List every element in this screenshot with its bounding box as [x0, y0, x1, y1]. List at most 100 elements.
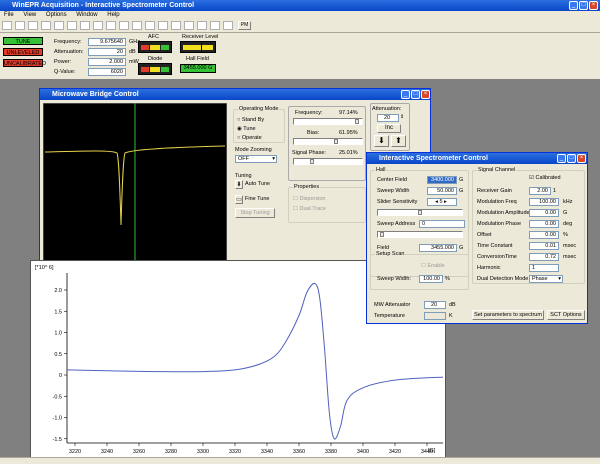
run-icon[interactable] — [119, 21, 129, 30]
dual-detection-select[interactable]: Phase ▾ — [529, 275, 563, 283]
setup-sweep-label: Sweep Width: — [377, 276, 411, 282]
field-unit: G — [459, 245, 464, 251]
auto-tune-button[interactable]: Auto Tune — [245, 181, 270, 187]
new-icon[interactable] — [2, 21, 12, 30]
mod-phase-input[interactable]: 0.00 — [529, 220, 559, 228]
open-icon[interactable] — [15, 21, 25, 30]
menu-view[interactable]: View — [23, 12, 36, 18]
zoom-icon[interactable] — [106, 21, 116, 30]
mod-freq-input[interactable]: 100.00 — [529, 198, 559, 206]
radio-standby[interactable]: ○ Stand By — [237, 117, 264, 123]
attenuation-value: 20 — [88, 48, 126, 56]
minimize-icon[interactable]: _ — [569, 1, 578, 10]
copy-icon[interactable] — [67, 21, 77, 30]
hall-field-value: 3455.000 G — [180, 64, 216, 73]
enable-checkbox[interactable]: ☐ Enable — [421, 263, 445, 269]
sweep-address-input[interactable]: 0 — [419, 220, 465, 228]
mw-close-icon[interactable]: × — [421, 90, 430, 99]
conversion-time-input[interactable]: 0.72 — [529, 253, 559, 261]
close-icon[interactable]: × — [589, 1, 598, 10]
slider-sensitivity-input[interactable]: ◂ 5 ▸ — [427, 198, 457, 206]
calibrated-checkbox[interactable]: ☑ Calibrated — [529, 175, 561, 181]
isc-minimize-icon[interactable]: _ — [557, 154, 566, 163]
down-arrow-icon[interactable]: ⬇ — [235, 180, 243, 189]
attenuation-box: Attenuation: 20 ⇕ Inc ⬇ ⬆ — [370, 103, 410, 151]
sct-options-button[interactable]: SCT Options — [547, 310, 585, 320]
dispersion-checkbox[interactable]: ☐ Dispersion — [293, 196, 325, 202]
menu-file[interactable]: File — [4, 12, 14, 18]
x-tick-label: 3400 — [357, 449, 369, 455]
offset-input[interactable]: 0.00 — [529, 231, 559, 239]
time-constant-input[interactable]: 0.01 — [529, 242, 559, 250]
center-field-input[interactable]: 3400.000 — [427, 176, 457, 184]
bias-slider-label: Bias: — [307, 130, 320, 136]
sweep-address-slider[interactable] — [377, 231, 463, 238]
menu-window[interactable]: Window — [76, 12, 97, 18]
status-bar — [0, 457, 600, 464]
maximize-icon[interactable]: □ — [579, 1, 588, 10]
setup-sweep-input[interactable]: 100.00 — [419, 275, 443, 283]
mw-attenuator-label: MW Attenuator — [374, 302, 411, 308]
harmonic-input[interactable]: 1 — [529, 264, 559, 272]
isc-close-icon[interactable]: × — [577, 154, 586, 163]
temperature-input[interactable] — [424, 312, 446, 320]
spin-icon[interactable]: ⇕ — [400, 114, 404, 120]
y-tick-label: 2.0 — [54, 288, 62, 294]
pause-icon[interactable] — [145, 21, 155, 30]
radio-tune[interactable]: ◉ Tune — [237, 126, 256, 132]
mw-titlebar: Microwave Bridge Control — [40, 89, 430, 100]
x-tick-label: 3420 — [389, 449, 401, 455]
attenuation-label: Attenuation: — [54, 49, 84, 55]
att-up-arrow-icon[interactable]: ⬆ — [391, 135, 406, 147]
mode-zooming-select[interactable]: OFF ▾ — [235, 155, 277, 163]
isc-maximize-icon[interactable]: □ — [567, 154, 576, 163]
frequency-slider[interactable] — [293, 118, 363, 125]
pm-button[interactable]: PM — [238, 21, 251, 30]
set-params-button[interactable]: Set parameters to spectrum — [472, 310, 544, 320]
sweep-address-label: Sweep Address — [377, 221, 416, 227]
time-constant-unit: msec — [563, 243, 577, 249]
help-icon[interactable] — [223, 21, 233, 30]
mw-minimize-icon[interactable]: _ — [401, 90, 410, 99]
sweep-width-input[interactable]: 50.000 — [427, 187, 457, 195]
menu-options[interactable]: Options — [46, 12, 67, 18]
save-icon[interactable] — [28, 21, 38, 30]
mod-amp-input[interactable]: 0.00 — [529, 209, 559, 217]
mw-maximize-icon[interactable]: □ — [411, 90, 420, 99]
step-icon[interactable] — [158, 21, 168, 30]
x-tick-label: 3280 — [165, 449, 177, 455]
mode-zooming-value: OFF — [238, 156, 249, 162]
center-field-unit: G — [459, 177, 464, 183]
x-tick-label: 3240 — [101, 449, 113, 455]
signal-phase-slider[interactable] — [293, 158, 363, 165]
properties-title: Properties — [293, 184, 321, 190]
cursor-icon[interactable] — [210, 21, 220, 30]
att-down-arrow-icon[interactable]: ⬇ — [374, 135, 389, 147]
dual-trace-checkbox[interactable]: ☐ Dual Trace — [293, 206, 326, 212]
offset-label: Offset — [477, 232, 492, 238]
mw-attenuator-input[interactable]: 20 — [424, 301, 446, 309]
grid-icon[interactable] — [171, 21, 181, 30]
receiver-gain-input[interactable]: 2.00 — [529, 187, 551, 195]
paste-icon[interactable] — [80, 21, 90, 30]
marker-icon[interactable] — [197, 21, 207, 30]
sweep-width-label: Sweep Width — [377, 188, 410, 194]
field-slider[interactable] — [377, 209, 463, 216]
undo-icon[interactable] — [93, 21, 103, 30]
fine-tune-button[interactable]: Fine Tune — [245, 196, 269, 202]
print-icon[interactable] — [41, 21, 51, 30]
power-label: Power: — [54, 59, 72, 65]
conversion-time-unit: msec — [563, 254, 577, 260]
dual-detection-value: Phase — [532, 276, 548, 282]
menu-help[interactable]: Help — [107, 12, 119, 18]
stop-tuning-button[interactable]: Stop Tuning — [235, 208, 275, 218]
mw-attenuation-value[interactable]: 20 — [377, 114, 399, 122]
inc-button[interactable]: Inc — [377, 124, 401, 133]
scale-icon[interactable] — [184, 21, 194, 30]
stop-icon[interactable] — [132, 21, 142, 30]
radio-operate[interactable]: ○ Operate — [237, 135, 262, 141]
x-tick-label: 3320 — [229, 449, 241, 455]
cut-icon[interactable] — [54, 21, 64, 30]
fine-tune-icon[interactable]: ▭ — [235, 195, 243, 204]
bias-slider[interactable] — [293, 138, 363, 145]
